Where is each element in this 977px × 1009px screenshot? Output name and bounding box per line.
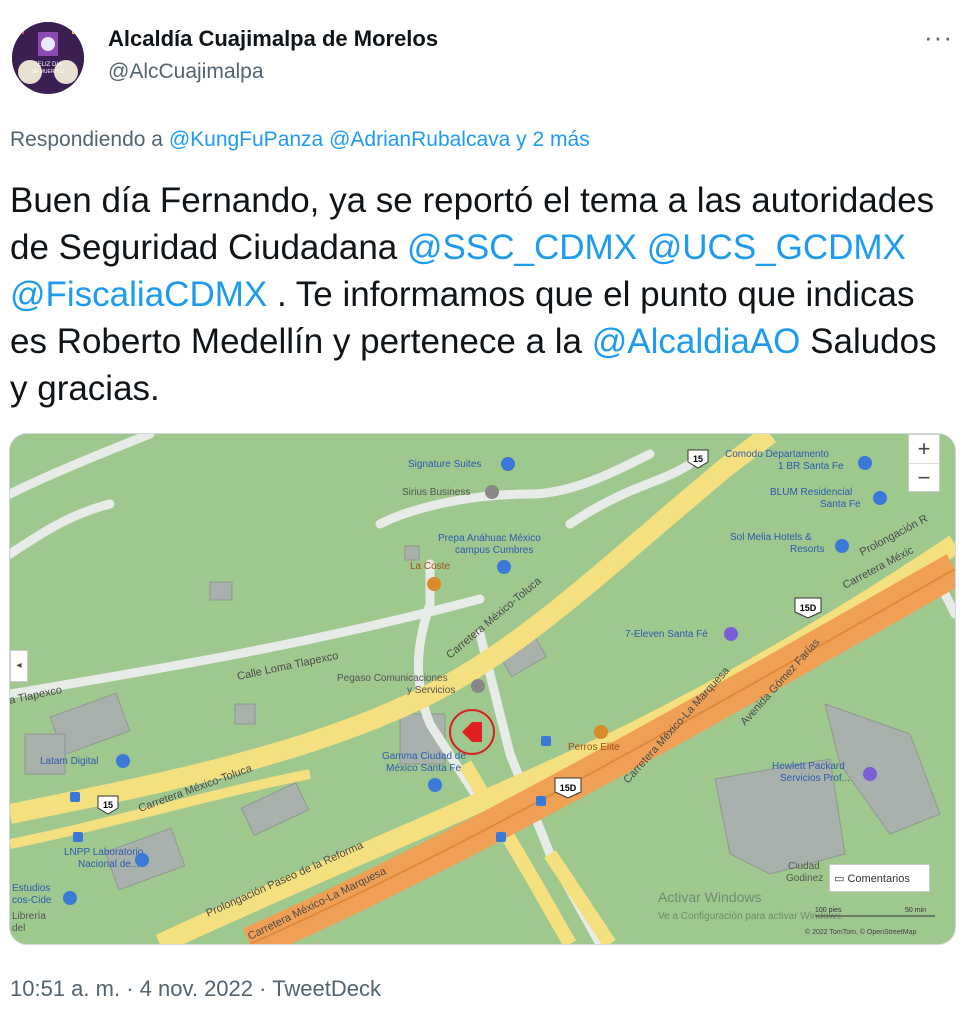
poi-ciudad-2: Godinez [786, 873, 823, 884]
poi-prepa-1: Prepa Anáhuac México [438, 533, 541, 544]
meta-separator: · [126, 976, 134, 1001]
mention-adrianrubalcava[interactable]: @AdrianRubalcava [329, 128, 510, 151]
poi-perros: Perros Elite [568, 742, 620, 753]
school-icon [116, 754, 130, 768]
scale-feet: 100 pies [815, 907, 842, 914]
building [404, 545, 420, 561]
bus-stop-icon [536, 796, 546, 806]
collapse-panel-button[interactable]: ◂ [10, 650, 28, 682]
poi-libreria-2: del [12, 923, 25, 934]
tweet-time[interactable]: 10:51 a. m. [10, 976, 120, 1001]
poi-blum-1: BLUM Residencial [770, 487, 852, 498]
hotel-icon [501, 457, 515, 471]
poi-seven: 7-Eleven Santa Fé [625, 629, 708, 640]
bus-stop-icon [73, 832, 83, 842]
poi-signature: Signature Suites [408, 459, 481, 470]
poi-gamma-1: Gamma Ciudad de [382, 751, 466, 762]
poi-solmelia-2: Resorts [790, 544, 824, 555]
tweet-date[interactable]: 4 nov. 2022 [140, 976, 253, 1001]
map-image[interactable]: Carretera México-Toluca Carretera México… [9, 433, 956, 945]
hotel-icon [873, 491, 887, 505]
poi-latam: Latam Digital [40, 756, 98, 767]
poi-ciudad-1: Ciudad [788, 861, 820, 872]
avatar-text-2: DE MUERTOS [31, 69, 65, 75]
poi-sirius: Sirius Business [402, 487, 470, 498]
poi-hp-1: Hewlett Packard [772, 761, 845, 772]
zoom-in-button[interactable]: + [909, 435, 939, 463]
poi-lnpp-1: LNPP Laboratorio [64, 847, 144, 858]
poi-estudios-2: cos-Cide [12, 895, 52, 906]
shield-15-label-2: 15 [103, 800, 113, 810]
poi-comodo-1: Comodo Departamento [725, 449, 829, 460]
tweet-metadata: 10:51 a. m. · 4 nov. 2022 · TweetDeck [10, 976, 381, 1002]
bus-stop-icon [541, 736, 551, 746]
tweet-source[interactable]: TweetDeck [272, 976, 381, 1001]
mention-alcaldiaao[interactable]: @AlcaldiaAO [592, 322, 801, 361]
mention-ssc-cdmx[interactable]: @SSC_CDMX [407, 228, 637, 267]
poi-blum-2: Santa Fe [820, 499, 861, 510]
zoom-controls: + − [908, 434, 940, 492]
reply-more-link[interactable]: y 2 más [516, 128, 590, 151]
author-handle[interactable]: @AlcCuajimalpa [108, 60, 264, 84]
poi-lnpp-2: Nacional de... [78, 859, 139, 870]
building [24, 733, 66, 775]
building [234, 703, 256, 725]
building-icon [485, 485, 499, 499]
restaurant-icon [594, 725, 608, 739]
bus-stop-icon [496, 832, 506, 842]
mention-ucs-gcdmx[interactable]: @UCS_GCDMX [647, 228, 906, 267]
author-name[interactable]: Alcaldía Cuajimalpa de Morelos [108, 26, 438, 52]
shield-15d-label: 15D [800, 603, 817, 613]
shield-15d-label-2: 15D [560, 783, 577, 793]
office-icon [863, 767, 877, 781]
scale-meters: 50 min [905, 907, 926, 914]
windows-watermark-1: Activar Windows [658, 889, 761, 905]
poi-gamma-2: México Santa Fe [386, 763, 461, 774]
poi-prepa-2: campus Cumbres [455, 545, 533, 556]
attribution: © 2022 TomTom, © OpenStreetMap [805, 928, 916, 936]
replying-to: Respondiendo a @KungFuPanza @AdrianRubal… [10, 128, 590, 152]
meta-separator: · [259, 976, 267, 1001]
mention-fiscaliacdmx[interactable]: @FiscaliaCDMX [10, 275, 267, 314]
building [209, 581, 233, 601]
comments-button[interactable]: ▭ Comentarios [829, 864, 930, 892]
store-icon [724, 627, 738, 641]
bus-stop-icon [70, 792, 80, 802]
poi-hp-2: Servicios Prof... [780, 773, 850, 784]
hotel-icon [428, 778, 442, 792]
poi-pegaso-1: Pegaso Comunicaciones [337, 673, 448, 684]
hotel-icon [835, 539, 849, 553]
poi-libreria-1: Librería [12, 911, 46, 922]
hotel-icon [858, 456, 872, 470]
building-icon [471, 679, 485, 693]
poi-pegaso-2: y Servicios [407, 685, 455, 696]
restaurant-icon [427, 577, 441, 591]
zoom-out-button[interactable]: − [909, 464, 939, 492]
avatar[interactable]: FELIZ DIA DE MUERTOS [12, 22, 84, 94]
school-icon [497, 560, 511, 574]
more-options-icon[interactable]: ··· [924, 22, 953, 53]
poi-solmelia-1: Sol Melia Hotels & [730, 532, 812, 543]
poi-estudios-1: Estudios [12, 883, 50, 894]
school-icon [135, 853, 149, 867]
avatar-text-1: FELIZ DIA [34, 62, 62, 68]
poi-lacoste: La Coste [410, 561, 450, 572]
shield-15-label: 15 [693, 454, 703, 464]
poi-comodo-2: 1 BR Santa Fe [778, 461, 844, 472]
tweet-text: Buen día Fernando, ya se reportó el tema… [10, 177, 960, 412]
comments-label: Comentarios [847, 873, 910, 885]
mention-kungfupanza[interactable]: @KungFuPanza [169, 128, 323, 151]
school-icon [63, 891, 77, 905]
reply-prefix: Respondiendo a [10, 128, 163, 151]
comment-icon: ▭ [834, 873, 845, 885]
